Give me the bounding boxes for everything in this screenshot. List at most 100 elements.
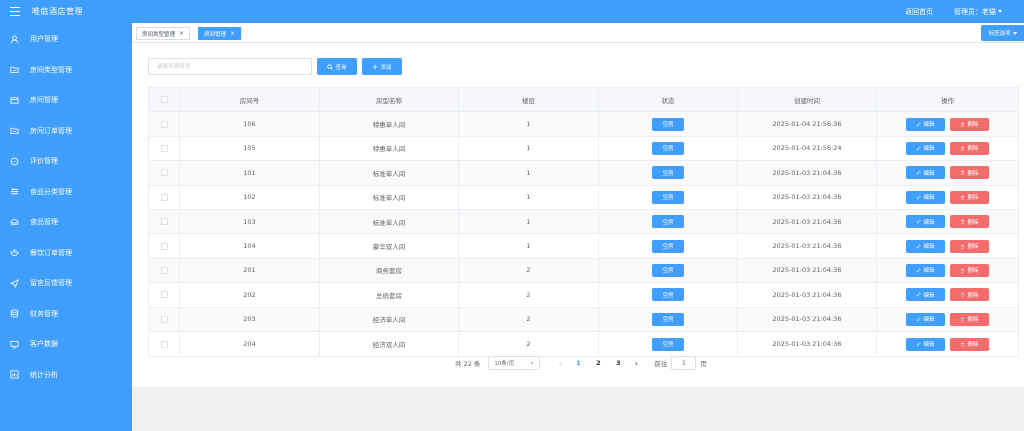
back-home-link[interactable]: 返回首页 xyxy=(905,7,933,17)
row-checkbox[interactable] xyxy=(160,242,168,250)
table-row: 202 总统套房 2 空房 2025-01-03 21:04:36 编辑 删除 xyxy=(149,283,1018,308)
sidebar-item-3[interactable]: 房间订单管理 xyxy=(0,116,132,147)
delete-button[interactable]: 删除 xyxy=(950,337,989,351)
sidebar-item-4[interactable]: 评价管理 xyxy=(0,146,132,177)
page-size-value: 10条/页 xyxy=(494,361,515,367)
row-checkbox[interactable] xyxy=(160,291,168,299)
sidebar-item-6[interactable]: 食品管理 xyxy=(0,207,132,238)
edit-label: 编辑 xyxy=(923,317,935,324)
page-3[interactable]: 3 xyxy=(608,359,628,367)
edit-label: 编辑 xyxy=(923,122,935,129)
status-cell: 空房 xyxy=(599,283,738,307)
status-button[interactable]: 空房 xyxy=(652,239,684,253)
sidebar-item-1[interactable]: 房间类型管理 xyxy=(0,55,132,86)
tab-room[interactable]: 房间管理 × xyxy=(198,27,242,40)
row-checkbox[interactable] xyxy=(160,120,168,128)
status-button[interactable]: 空房 xyxy=(652,288,684,302)
room-type-cell: 经济单人间 xyxy=(320,307,459,331)
sidebar-item-8[interactable]: 留言反馈管理 xyxy=(0,268,132,299)
page-1[interactable]: 1 xyxy=(568,359,588,367)
actions-cell: 编辑 删除 xyxy=(877,210,1018,233)
edit-icon xyxy=(917,243,922,248)
edit-label: 编辑 xyxy=(923,244,935,251)
row-select-cell xyxy=(149,258,180,283)
edit-label: 编辑 xyxy=(923,219,935,226)
delete-button[interactable]: 删除 xyxy=(950,215,989,229)
edit-button[interactable]: 编辑 xyxy=(906,337,945,351)
tab-room-type[interactable]: 房间类型管理 × xyxy=(136,27,191,40)
row-checkbox[interactable] xyxy=(160,193,168,201)
menu-toggle-icon[interactable] xyxy=(10,7,20,16)
page-size-select[interactable]: 10条/页 xyxy=(488,356,541,370)
row-checkbox[interactable] xyxy=(160,169,168,177)
sidebar-item-10[interactable]: 客户数据 xyxy=(0,329,132,360)
status-button[interactable]: 空房 xyxy=(652,141,684,155)
tab-options-button[interactable]: 标签选项 xyxy=(981,25,1024,41)
delete-button[interactable]: 删除 xyxy=(950,239,989,253)
row-checkbox[interactable] xyxy=(160,315,168,323)
add-button[interactable]: 添加 xyxy=(362,58,402,75)
room-type-cell: 标准单人间 xyxy=(320,185,459,209)
search-button[interactable]: 查询 xyxy=(317,58,357,75)
row-checkbox[interactable] xyxy=(160,218,168,226)
admin-dropdown[interactable]: 管理员：老猫 xyxy=(954,7,1002,17)
send-icon xyxy=(9,278,20,289)
floor-cell: 2 xyxy=(459,258,599,283)
room-number-search-input[interactable] xyxy=(148,58,312,75)
edit-icon xyxy=(917,292,922,297)
status-button[interactable]: 空房 xyxy=(652,117,684,131)
close-icon[interactable]: × xyxy=(179,30,184,37)
edit-button[interactable]: 编辑 xyxy=(906,288,945,302)
tab-label: 房间管理 xyxy=(204,31,227,38)
edit-button[interactable]: 编辑 xyxy=(906,312,945,326)
prev-page-button[interactable]: ‹ xyxy=(552,359,568,368)
main-panel: 查询 添加 房间号 房型名称 楼层 状态 创建时间 操作 106特惠单人间1空房… xyxy=(132,43,1024,387)
room-number-cell: 202 xyxy=(180,283,320,307)
edit-button[interactable]: 编辑 xyxy=(906,166,945,180)
sidebar-item-7[interactable]: 餐饮订单管理 xyxy=(0,238,132,269)
row-checkbox[interactable] xyxy=(160,144,168,152)
delete-button[interactable]: 删除 xyxy=(950,117,989,131)
delete-button[interactable]: 删除 xyxy=(950,263,989,277)
status-button[interactable]: 空房 xyxy=(652,190,684,204)
sidebar-item-2[interactable]: 房间管理 xyxy=(0,85,132,116)
edit-button[interactable]: 编辑 xyxy=(906,239,945,253)
sidebar-item-label: 评价管理 xyxy=(30,157,58,166)
table-row: 204 经济双人间 2 空房 2025-01-03 21:04:36 编辑 删除 xyxy=(149,331,1018,357)
floor-cell: 1 xyxy=(459,209,599,234)
edit-button[interactable]: 编辑 xyxy=(906,215,945,229)
status-button[interactable]: 空房 xyxy=(652,312,684,326)
status-cell: 空房 xyxy=(599,112,738,136)
room-number-cell: 103 xyxy=(180,209,320,234)
edit-button[interactable]: 编辑 xyxy=(906,117,945,131)
sidebar-item-0[interactable]: 用户管理 xyxy=(0,24,132,55)
sidebar-item-9[interactable]: 财务管理 xyxy=(0,299,132,330)
delete-button[interactable]: 删除 xyxy=(950,288,989,302)
room-type-cell: 标准单人间 xyxy=(320,161,459,185)
delete-button[interactable]: 删除 xyxy=(950,141,989,155)
goto-page-input[interactable] xyxy=(671,356,697,370)
delete-button[interactable]: 删除 xyxy=(950,190,989,204)
status-button[interactable]: 空房 xyxy=(652,166,684,180)
edit-button[interactable]: 编辑 xyxy=(906,263,945,277)
select-all-checkbox[interactable] xyxy=(160,96,168,104)
delete-button[interactable]: 删除 xyxy=(950,312,989,326)
status-button[interactable]: 空房 xyxy=(652,337,684,351)
room-table: 房间号 房型名称 楼层 状态 创建时间 操作 106 特惠单人间 1 空房 2025-0… xyxy=(148,87,1019,358)
tab-options-label: 标签选项 xyxy=(988,31,1011,37)
edit-button[interactable]: 编辑 xyxy=(906,190,945,204)
sidebar-item-5[interactable]: 食品分类管理 xyxy=(0,177,132,208)
sidebar-item-11[interactable]: 统计分析 xyxy=(0,360,132,391)
table-row: 105 特惠单人间 1 空房 2025-01-04 21:56:24 编辑 删除 xyxy=(149,136,1018,162)
edit-button[interactable]: 编辑 xyxy=(906,141,945,155)
row-checkbox[interactable] xyxy=(160,266,168,274)
delete-button[interactable]: 删除 xyxy=(950,166,989,180)
row-checkbox[interactable] xyxy=(160,340,168,348)
close-icon[interactable]: × xyxy=(230,30,235,37)
page-2[interactable]: 2 xyxy=(588,359,608,367)
status-button[interactable]: 空房 xyxy=(652,263,684,277)
actions-cell: 编辑 删除 xyxy=(877,161,1018,184)
next-page-button[interactable]: › xyxy=(628,359,644,368)
room-type-cell: 特惠单人间 xyxy=(320,136,459,161)
status-button[interactable]: 空房 xyxy=(652,215,684,229)
